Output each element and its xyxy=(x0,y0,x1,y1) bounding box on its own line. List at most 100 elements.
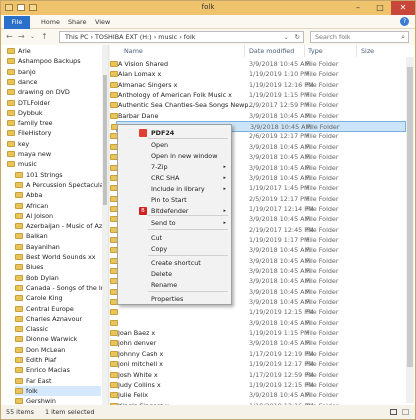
file-row[interactable]: Johnny Cash x 1/17/2019 12:19 PM File Fold… xyxy=(110,349,406,360)
search-input[interactable]: Search folk ⌕ xyxy=(310,31,409,43)
navigation-pane[interactable]: Arie Ashampoo Backups banjo dance drawing on… xyxy=(1,45,109,405)
context-menu-item[interactable]: Properties xyxy=(120,294,229,304)
column-name[interactable]: Name xyxy=(124,47,143,55)
column-divider[interactable] xyxy=(304,45,305,57)
context-menu-item[interactable]: Include in library ▸ xyxy=(120,184,229,194)
tree-item[interactable]: Blues xyxy=(15,262,101,272)
file-row[interactable]: Alan Lomax x 1/19/2019 1:10 PM File Folder xyxy=(110,69,406,80)
column-type[interactable]: Type xyxy=(308,47,323,55)
tab-home[interactable]: Home xyxy=(41,18,60,26)
tree-item[interactable]: Balkan xyxy=(15,231,101,241)
tree-item[interactable]: Azerbaijan - Music of Az xyxy=(15,221,102,231)
context-menu-item[interactable]: Copy xyxy=(120,244,229,254)
tree-item[interactable]: Far East xyxy=(15,376,101,386)
address-bar[interactable]: This PC › TOSHIBA EXT (H:) › music › fol… xyxy=(59,31,304,43)
recent-locations-button[interactable]: ⌄ xyxy=(30,32,35,42)
tree-item[interactable]: Bayanihan xyxy=(15,242,101,252)
context-menu-item[interactable]: Open in new window xyxy=(120,151,229,161)
file-row[interactable]: Judy Collins x 1/19/2019 12:15 PM File Fol… xyxy=(110,380,406,391)
context-menu-item[interactable]: PDF24 xyxy=(120,128,229,138)
large-icons-view-icon[interactable] xyxy=(402,409,409,415)
tab-file[interactable]: File xyxy=(4,16,30,29)
tree-item[interactable]: Gershwin xyxy=(15,396,101,405)
context-menu-item[interactable]: Pin to Start xyxy=(120,195,229,205)
file-row[interactable]: Anthology of American Folk Music x 1/19/2… xyxy=(110,90,406,101)
back-button[interactable]: ← xyxy=(6,32,13,42)
file-scrollbar-thumb[interactable] xyxy=(407,67,413,367)
help-icon[interactable]: ? xyxy=(400,17,409,26)
tree-item[interactable]: Central Europe xyxy=(15,304,101,314)
minimize-button[interactable]: – xyxy=(347,1,369,15)
file-type: File Folder xyxy=(306,349,339,358)
file-row[interactable]: Julie Felix 3/9/2018 10:45 AM File Folder xyxy=(110,390,406,401)
tree-item[interactable]: Arie xyxy=(7,46,101,56)
tree-item[interactable]: Best World Sounds xx xyxy=(15,252,101,262)
tree-item[interactable]: African xyxy=(15,201,101,211)
tree-item[interactable]: Dionne Warwick xyxy=(15,334,101,344)
file-row[interactable]: Almanac Singers x 1/19/2019 12:16 PM File … xyxy=(110,80,406,91)
file-row[interactable]: 3/9/2018 10:45 AM File Folder xyxy=(110,318,406,329)
tree-item[interactable]: Al Jolson xyxy=(15,211,101,221)
tree-item[interactable]: Dybbuk xyxy=(7,108,101,118)
tree-item[interactable]: Ashampoo Backups xyxy=(7,56,101,66)
file-scrollbar[interactable] xyxy=(406,57,414,403)
file-row[interactable]: Josh White x 1/17/2019 12:59 PM File Folde… xyxy=(110,370,406,381)
tree-item[interactable]: music xyxy=(7,159,101,169)
file-row[interactable]: Joan Baez x 1/19/2019 1:15 PM File Folder xyxy=(110,328,406,339)
tree-item[interactable]: Edith Piaf xyxy=(15,355,101,365)
context-menu-item[interactable]: B Bitdefender ▸ xyxy=(120,206,229,216)
file-type: File Folder xyxy=(306,215,339,224)
refresh-icon[interactable]: ↻ xyxy=(295,32,300,42)
tree-item[interactable]: FileHistory xyxy=(7,128,101,138)
tree-item[interactable]: folk xyxy=(15,385,101,396)
tree-item[interactable]: key xyxy=(7,139,101,149)
pdf24-icon xyxy=(139,129,147,137)
forward-button[interactable]: → xyxy=(18,32,25,42)
tree-item[interactable]: maya new xyxy=(7,149,101,159)
tree-item[interactable]: Bob Dylan xyxy=(15,273,101,283)
tree-item[interactable]: Enrico Macias xyxy=(15,365,101,375)
tree-item[interactable]: Carole King xyxy=(15,293,101,303)
details-view-icon[interactable] xyxy=(390,409,397,415)
tree-item[interactable]: family tree xyxy=(7,118,101,128)
context-menu-item[interactable]: Create shortcut xyxy=(120,258,229,268)
tree-item[interactable]: banjo xyxy=(7,67,101,77)
file-row[interactable]: Authentic Sea Chanties-Sea Songs Newp...… xyxy=(110,100,406,111)
tree-item[interactable]: DTLFolder xyxy=(7,98,101,108)
tree-item-label: folk xyxy=(26,386,38,395)
context-menu-item[interactable]: Delete xyxy=(120,269,229,279)
tab-view[interactable]: View xyxy=(95,18,110,26)
address-dropdown-icon[interactable]: ⌄ xyxy=(284,32,289,42)
close-button[interactable]: ✕ xyxy=(391,1,415,15)
tree-item[interactable]: drawing on DVD xyxy=(7,87,101,97)
file-row[interactable]: john denver 3/9/2018 10:45 AM File Folder xyxy=(110,338,406,349)
context-menu-item[interactable]: Send to ▸ xyxy=(120,218,229,228)
tree-item[interactable]: Charles Aznavour xyxy=(15,314,101,324)
tree-item[interactable]: dance xyxy=(7,77,101,87)
nav-scrollbar[interactable] xyxy=(102,45,108,405)
tree-item[interactable]: 101 Strings xyxy=(15,170,101,180)
tree-item[interactable]: Abba xyxy=(15,190,101,200)
context-menu-item[interactable]: Cut xyxy=(120,233,229,243)
file-row[interactable]: 1/19/2019 12:15 PM File Folder xyxy=(110,307,406,318)
file-row[interactable]: A Vision Shared 3/9/2018 10:45 AM File Fol… xyxy=(110,59,406,70)
context-menu-item[interactable]: CRC SHA ▸ xyxy=(120,173,229,183)
context-menu-item[interactable]: Open xyxy=(120,140,229,150)
tree-item[interactable]: Don McLean xyxy=(15,345,101,355)
up-button[interactable]: ↑ xyxy=(41,32,48,42)
context-menu-item[interactable]: 7-Zip ▸ xyxy=(120,162,229,172)
column-divider[interactable] xyxy=(356,45,357,57)
column-date-modified[interactable]: Date modified xyxy=(249,47,294,55)
column-size[interactable]: Size xyxy=(361,47,374,55)
title-bar[interactable]: folk – □ ✕ xyxy=(1,1,415,15)
file-row[interactable]: Barbar Dane 3/9/2018 10:45 AM File Folder xyxy=(110,111,406,122)
column-divider[interactable] xyxy=(244,45,245,57)
context-menu-item[interactable]: Rename xyxy=(120,280,229,290)
tab-share[interactable]: Share xyxy=(68,18,86,26)
tree-item[interactable]: A Percussion Spectacula xyxy=(15,180,104,190)
tree-item[interactable]: Classic xyxy=(15,324,101,334)
maximize-button[interactable]: □ xyxy=(369,1,391,15)
tree-item[interactable]: Canada - Songs of the In xyxy=(15,283,105,293)
file-row[interactable]: joni mitchell x 1/19/2019 12:17 PM File Fo… xyxy=(110,359,406,370)
nav-scrollbar-thumb[interactable] xyxy=(103,75,107,205)
